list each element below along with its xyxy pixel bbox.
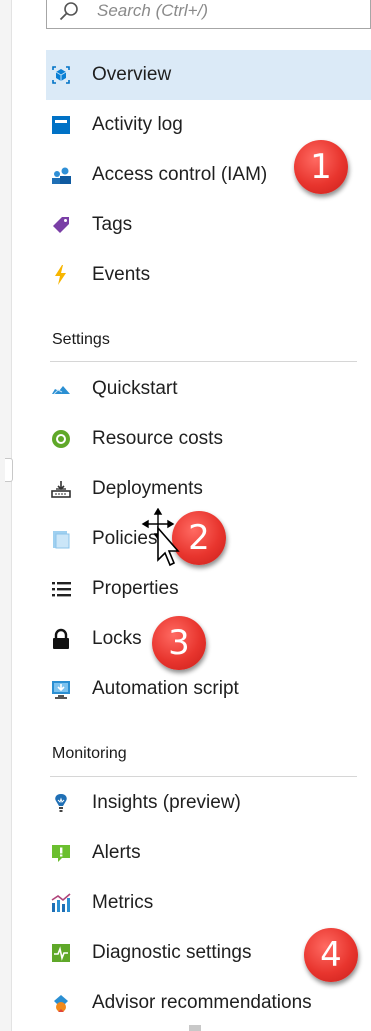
nav-label-alerts: Alerts — [92, 842, 141, 863]
iam-icon — [50, 164, 72, 186]
policies-icon — [50, 528, 72, 550]
nav-label-quickstart: Quickstart — [92, 378, 178, 399]
nav-item-alerts[interactable]: Alerts — [46, 828, 371, 878]
nav-label-advisor-recommendations: Advisor recommendations — [92, 992, 312, 1013]
mouse-cursor-icon — [140, 507, 180, 574]
scroll-indicator — [189, 1025, 201, 1031]
nav-item-automation-script[interactable]: Automation script — [46, 664, 371, 714]
quickstart-cloud-icon — [50, 378, 72, 400]
activity-log-icon — [50, 114, 72, 136]
collapse-handle[interactable] — [5, 458, 13, 482]
nav-item-resource-costs[interactable]: Resource costs — [46, 414, 371, 464]
section-header-settings: Settings — [52, 331, 110, 348]
nav-label-metrics: Metrics — [92, 892, 154, 913]
nav-label-insights: Insights (preview) — [92, 792, 241, 813]
resource-costs-icon — [50, 428, 72, 450]
callout-badge-2: 2 — [172, 511, 226, 565]
callout-badge-3: 3 — [152, 616, 206, 670]
tag-icon — [50, 214, 72, 236]
overview-icon — [50, 64, 72, 86]
left-rail — [0, 0, 13, 1031]
nav-item-insights[interactable]: Insights (preview) — [46, 778, 371, 828]
search-box[interactable] — [46, 0, 371, 29]
section-divider — [50, 776, 357, 777]
nav-label-diagnostic-settings: Diagnostic settings — [92, 942, 252, 963]
nav-label-activity-log: Activity log — [92, 114, 183, 135]
nav-label-locks: Locks — [92, 628, 142, 649]
nav-item-properties[interactable]: Properties — [46, 564, 371, 614]
nav-item-events[interactable]: Events — [46, 250, 371, 300]
nav-label-events: Events — [92, 264, 151, 285]
insights-bulb-icon — [50, 792, 72, 814]
nav-item-advisor-recommendations[interactable]: Advisor recommendations — [46, 978, 371, 1028]
metrics-chart-icon — [50, 892, 72, 914]
alert-icon — [50, 842, 72, 864]
callout-badge-1: 1 — [294, 140, 348, 194]
nav-item-quickstart[interactable]: Quickstart — [46, 364, 371, 414]
nav-label-deployments: Deployments — [92, 478, 203, 499]
nav-label-overview: Overview — [92, 64, 172, 85]
section-divider — [50, 361, 357, 362]
nav-item-tags[interactable]: Tags — [46, 200, 371, 250]
search-icon — [59, 1, 79, 21]
nav-label-automation-script: Automation script — [92, 678, 239, 699]
lightning-icon — [50, 264, 72, 286]
properties-list-icon — [50, 578, 72, 600]
nav-item-metrics[interactable]: Metrics — [46, 878, 371, 928]
nav-label-properties: Properties — [92, 578, 179, 599]
nav-item-locks[interactable]: Locks — [46, 614, 371, 664]
nav-label-access-control: Access control (IAM) — [92, 164, 268, 185]
automation-script-icon — [50, 678, 72, 700]
lock-icon — [50, 628, 72, 650]
nav-label-resource-costs: Resource costs — [92, 428, 223, 449]
search-input[interactable] — [97, 0, 357, 23]
callout-badge-4: 4 — [304, 928, 358, 982]
nav-item-deployments[interactable]: Deployments — [46, 464, 371, 514]
nav-label-tags: Tags — [92, 214, 133, 235]
nav-item-overview[interactable]: Overview — [46, 50, 371, 100]
advisor-icon — [50, 992, 72, 1014]
section-header-monitoring: Monitoring — [52, 745, 127, 762]
deployments-icon — [50, 478, 72, 500]
diagnostic-icon — [50, 942, 72, 964]
